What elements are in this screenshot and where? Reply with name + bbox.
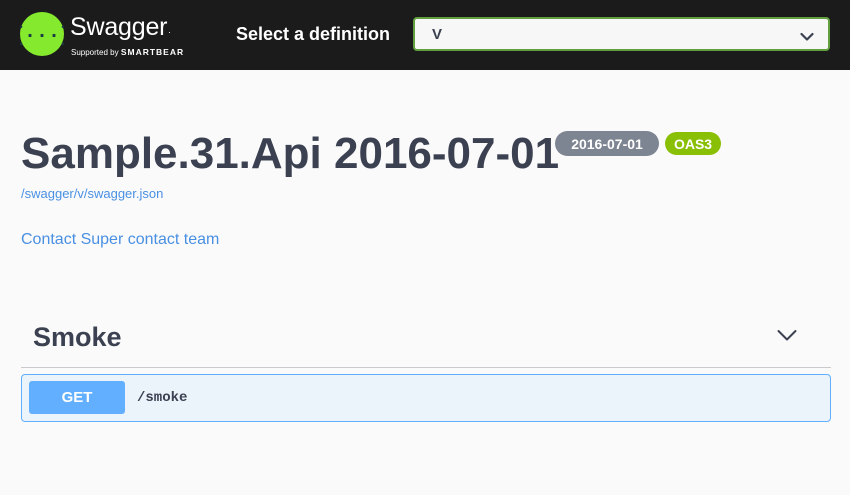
- chevron-down-icon: [800, 29, 814, 47]
- logo-name-text: Swagger: [70, 13, 168, 41]
- logo-name: Swagger.: [70, 13, 171, 42]
- svg-text:{···}: {···}: [20, 25, 64, 48]
- version-badge: 2016-07-01: [555, 131, 659, 156]
- method-badge: GET: [29, 381, 125, 414]
- swagger-logo-icon: {···}: [20, 12, 64, 56]
- logo-supported-text: Supported by: [71, 48, 119, 57]
- oas-badge: OAS3: [665, 132, 721, 155]
- tag-section-smoke[interactable]: Smoke: [21, 313, 831, 368]
- tag-name: Smoke: [33, 322, 122, 352]
- definition-select-value: V: [432, 26, 443, 43]
- definition-select[interactable]: V: [413, 17, 830, 51]
- logo-trademark: .: [168, 25, 171, 35]
- logo-brand-text: SMARTBEAR: [120, 47, 185, 57]
- swagger-logo[interactable]: {···} Swagger. Supported by SMARTBEAR: [20, 11, 195, 59]
- select-definition-label: Select a definition: [236, 24, 391, 44]
- api-title: Sample.31.Api 2016-07-01: [21, 129, 560, 178]
- operation-path: /smoke: [137, 390, 188, 406]
- topbar: {···} Swagger. Supported by SMARTBEAR Se…: [0, 0, 850, 70]
- operation-get-smoke[interactable]: GET /smoke: [21, 374, 831, 422]
- contact-link[interactable]: Contact Super contact team: [21, 231, 219, 249]
- logo-tagline: Supported by SMARTBEAR: [71, 47, 184, 57]
- spec-url-link[interactable]: /swagger/v/swagger.json: [21, 186, 163, 201]
- chevron-down-icon[interactable]: [777, 329, 797, 347]
